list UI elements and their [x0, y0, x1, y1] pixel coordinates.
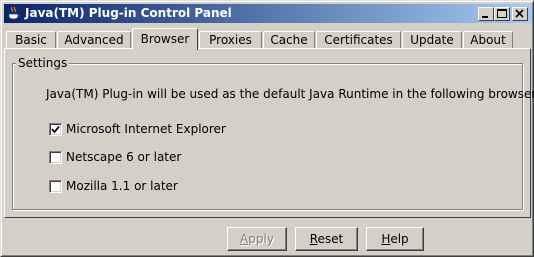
help-button[interactable]: Help [366, 227, 424, 251]
reset-button[interactable]: Reset [295, 227, 358, 251]
title-bar[interactable]: Java(TM) Plug-in Control Panel [4, 4, 532, 23]
tab-cache[interactable]: Cache [263, 31, 315, 48]
tab-label: Cache [270, 33, 308, 47]
close-icon [515, 9, 524, 18]
minimize-button[interactable] [478, 7, 494, 21]
tab-label: Browser [140, 32, 190, 46]
tab-basic[interactable]: Basic [6, 31, 56, 48]
minimize-icon [482, 16, 488, 18]
maximize-icon [497, 9, 507, 18]
tab-advanced[interactable]: Advanced [57, 31, 131, 48]
reset-label-rest: eset [317, 232, 344, 246]
tab-certificates[interactable]: Certificates [316, 31, 401, 48]
apply-button[interactable]: Apply [227, 227, 287, 251]
java-coffee-cup-icon [7, 6, 21, 20]
tab-about[interactable]: About [463, 31, 513, 48]
tab-label: Advanced [64, 33, 124, 47]
close-button[interactable] [512, 7, 528, 21]
tab-label: Proxies [209, 33, 252, 47]
tab-browser[interactable]: Browser [132, 28, 198, 50]
tab-proxies[interactable]: Proxies [199, 31, 262, 48]
help-label-rest: elp [390, 232, 409, 246]
window-title: Java(TM) Plug-in Control Panel [25, 6, 232, 20]
tab-strip: Basic Advanced Browser Proxies Cache Cer… [4, 28, 532, 50]
tab-label: Certificates [324, 33, 393, 47]
tab-label: About [470, 33, 506, 47]
apply-label-rest: pply [248, 232, 274, 246]
tab-update[interactable]: Update [402, 31, 462, 48]
control-panel-window: Java(TM) Plug-in Control Panel Basic Adv… [0, 0, 534, 257]
tab-label: Update [410, 33, 454, 47]
browser-tab-panel [4, 48, 531, 218]
settings-group-label: Settings [16, 56, 70, 70]
reset-mnemonic: R [309, 232, 318, 246]
tab-label: Basic [15, 33, 47, 47]
maximize-button[interactable] [494, 7, 510, 21]
help-mnemonic: H [381, 232, 391, 246]
